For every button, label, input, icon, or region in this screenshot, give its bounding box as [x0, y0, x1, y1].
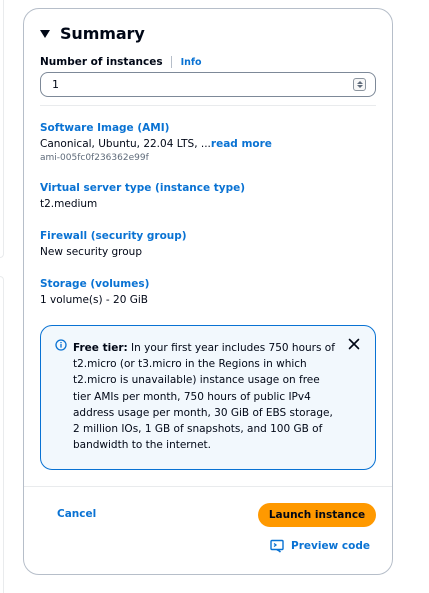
free-tier-text: Free tier: In your first year includes 7… [73, 340, 335, 453]
free-tier-alert: Free tier: In your first year includes 7… [40, 325, 376, 470]
left-panel-edge-top [0, 0, 4, 258]
ami-id: ami-005fc0f236362e99f [40, 153, 149, 163]
label-separator [170, 56, 172, 68]
instances-label: Number of instances [40, 56, 163, 68]
launch-instance-button[interactable]: Launch instance [258, 503, 376, 527]
ami-link[interactable]: Software Image (AMI) [40, 121, 376, 135]
ami-value-text: Canonical, Ubuntu, 22.04 LTS, ... [40, 138, 211, 150]
instance-type-section: Virtual server type (instance type) t2.m… [40, 181, 376, 211]
firewall-section: Firewall (security group) New security g… [40, 229, 376, 259]
footer-divider [24, 486, 392, 487]
divider [40, 105, 376, 106]
instance-type-link[interactable]: Virtual server type (instance type) [40, 181, 376, 195]
free-tier-body: In your first year includes 750 hours of… [73, 342, 335, 452]
cancel-button[interactable]: Cancel [57, 508, 96, 520]
left-panel-edge-bottom [0, 276, 4, 593]
info-circle-icon [55, 339, 67, 351]
close-icon[interactable] [347, 337, 361, 351]
read-more-link[interactable]: read more [211, 138, 272, 150]
code-preview-icon [270, 539, 284, 553]
summary-header-toggle[interactable]: Summary [40, 22, 145, 44]
firewall-value: New security group [40, 246, 142, 258]
firewall-link[interactable]: Firewall (security group) [40, 229, 376, 243]
instances-info-link[interactable]: Info [181, 57, 202, 68]
storage-section: Storage (volumes) 1 volume(s) - 20 GiB [40, 277, 376, 307]
stepper-up-icon[interactable] [356, 81, 363, 84]
ami-section: Software Image (AMI) Canonical, Ubuntu, … [40, 121, 376, 164]
summary-title: Summary [60, 23, 145, 43]
preview-code-button[interactable]: Preview code [270, 539, 370, 553]
stepper-down-icon[interactable] [356, 85, 363, 88]
instances-label-row: Number of instances Info [40, 54, 202, 70]
storage-value: 1 volume(s) - 20 GiB [40, 294, 148, 306]
storage-link[interactable]: Storage (volumes) [40, 277, 376, 291]
stepper-icon[interactable] [353, 78, 366, 91]
preview-code-label: Preview code [291, 540, 370, 552]
instances-value: 1 [52, 78, 59, 91]
summary-panel: Summary Number of instances Info 1 Softw… [23, 8, 393, 575]
caret-down-icon [40, 29, 50, 38]
free-tier-heading: Free tier: [73, 342, 128, 354]
ami-value: Canonical, Ubuntu, 22.04 LTS, ...read mo… [40, 137, 376, 151]
instance-type-value: t2.medium [40, 198, 98, 210]
instances-input[interactable]: 1 [40, 72, 376, 97]
